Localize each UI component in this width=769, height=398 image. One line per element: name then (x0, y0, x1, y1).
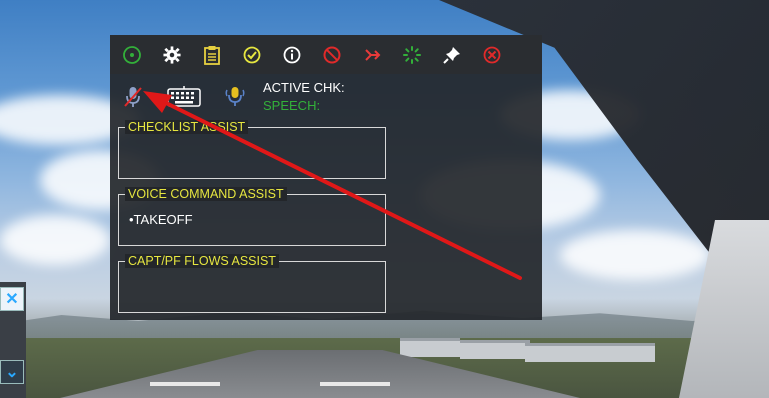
microphone-broadcast-icon[interactable] (224, 85, 246, 109)
pin-icon[interactable] (432, 35, 472, 74)
hangar (525, 343, 655, 362)
no-entry-icon[interactable] (312, 35, 352, 74)
hangar (460, 340, 530, 359)
toolbar (110, 35, 542, 74)
speech-label: SPEECH: (263, 98, 321, 113)
info-icon[interactable] (272, 35, 312, 74)
power-icon[interactable] (112, 35, 152, 74)
side-panel: ✕ ⌄ (0, 282, 26, 398)
fast-forward-icon[interactable] (352, 35, 392, 74)
voice-command-item[interactable]: •TAKEOFF (129, 212, 193, 227)
voice-command-assist-title: VOICE COMMAND ASSIST (125, 187, 287, 201)
active-checklist-label: ACTIVE CHK: (263, 80, 345, 95)
clipboard-icon[interactable] (192, 35, 232, 74)
capt-pf-flows-assist-title: CAPT/PF FLOWS ASSIST (125, 254, 279, 268)
keyboard-icon[interactable] (166, 85, 202, 109)
microphone-muted-icon[interactable] (122, 85, 144, 109)
side-close-button[interactable]: ✕ (0, 287, 24, 311)
checklist-panel: ACTIVE CHK: SPEECH: CHECKLIST ASSIST VOI… (110, 35, 542, 320)
side-chevron-button[interactable]: ⌄ (0, 360, 24, 384)
voice-command-assist-box: VOICE COMMAND ASSIST •TAKEOFF (118, 187, 386, 246)
close-circle-icon[interactable] (472, 35, 512, 74)
hangar (400, 338, 460, 357)
checklist-assist-box: CHECKLIST ASSIST (118, 120, 386, 179)
check-circle-icon[interactable] (232, 35, 272, 74)
gear-icon[interactable] (152, 35, 192, 74)
capt-pf-flows-assist-box: CAPT/PF FLOWS ASSIST (118, 254, 386, 313)
spinner-icon[interactable] (392, 35, 432, 74)
checklist-assist-title: CHECKLIST ASSIST (125, 120, 249, 134)
